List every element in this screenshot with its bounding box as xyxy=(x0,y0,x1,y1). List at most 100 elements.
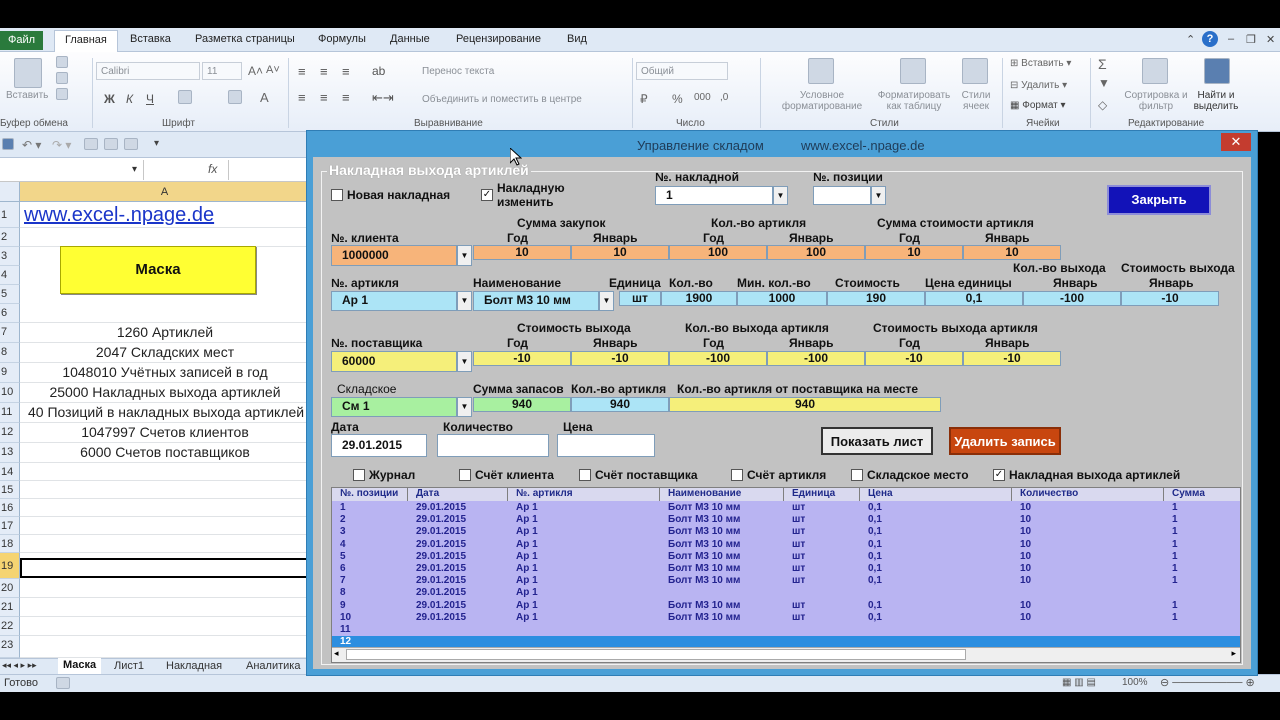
list-row[interactable]: 1 29.01.2015 Ар 1 Болт М3 10 мм шт 0,1 10 1 xyxy=(332,502,1240,514)
purchase-jan-field[interactable]: 10 xyxy=(571,245,669,260)
align-middle-icon[interactable]: ≡ xyxy=(320,64,328,79)
cell[interactable] xyxy=(20,617,310,636)
conditional-format-icon[interactable] xyxy=(808,58,834,84)
format-as-table-button[interactable]: Форматировать как таблицу xyxy=(872,90,956,112)
paste-icon[interactable] xyxy=(14,58,42,88)
list-row[interactable]: 10 29.01.2015 Ар 1 Болт М3 10 мм шт 0,1 10 1 xyxy=(332,612,1240,624)
out-article-value-year-field[interactable]: -10 xyxy=(865,351,963,366)
qty-year-field[interactable]: 100 xyxy=(669,245,767,260)
tab-home[interactable]: Главная xyxy=(54,30,118,52)
row-header[interactable]: 23 xyxy=(0,636,20,658)
format-painter-icon[interactable] xyxy=(56,88,68,100)
row-header[interactable]: 14 xyxy=(0,463,20,481)
dialog-titlebar[interactable]: Управление складом www.excel-.npage.de ✕ xyxy=(307,131,1257,157)
show-sheet-button[interactable]: Показать лист xyxy=(821,427,933,455)
indent-icon[interactable]: ⇤⇥ xyxy=(372,90,394,106)
tab-formulas[interactable]: Формулы xyxy=(318,33,366,45)
help-icon[interactable]: ? xyxy=(1202,31,1218,47)
window-close-icon[interactable]: ✕ xyxy=(1266,33,1275,46)
insert-cells-button[interactable]: ⊞ Вставить ▾ xyxy=(1010,58,1071,69)
wrap-text-button[interactable]: Перенос текста xyxy=(422,66,494,77)
article-no-dropdown-icon[interactable]: ▼ xyxy=(457,291,472,311)
row-header-selected[interactable]: 19 xyxy=(0,553,20,579)
conditional-format-button[interactable]: Условное форматирование xyxy=(772,90,872,112)
list-row[interactable]: 4 29.01.2015 Ар 1 Болт М3 10 мм шт 0,1 10 1 xyxy=(332,539,1240,551)
out-article-value-jan-field[interactable]: -10 xyxy=(963,351,1061,366)
cell-styles-button[interactable]: Стили ячеек xyxy=(956,90,996,112)
align-left-icon[interactable]: ≡ xyxy=(298,90,306,105)
copy-icon[interactable] xyxy=(56,72,68,84)
grow-font-icon[interactable]: A˄ xyxy=(248,64,263,78)
filter-supplier-account-checkbox[interactable] xyxy=(579,469,591,481)
client-no-dropdown-icon[interactable]: ▼ xyxy=(457,245,472,266)
out-value-year-field[interactable]: -10 xyxy=(473,351,571,366)
row-header[interactable]: 11 xyxy=(0,403,20,423)
mask-button[interactable]: Маска xyxy=(60,246,256,294)
article-qty2-field[interactable]: 940 xyxy=(571,397,669,412)
selected-cell[interactable] xyxy=(20,558,310,578)
list-header[interactable]: Цена xyxy=(860,488,1012,501)
minimize-ribbon-icon[interactable]: ⌃ xyxy=(1186,33,1195,46)
list-header[interactable]: Наименование xyxy=(660,488,784,501)
find-select-icon[interactable] xyxy=(1204,58,1230,84)
cell[interactable] xyxy=(20,636,310,658)
qty-field[interactable]: 1900 xyxy=(661,291,737,306)
row-header[interactable]: 10 xyxy=(0,383,20,403)
preview-icon[interactable] xyxy=(104,138,118,150)
stock-sum-field[interactable]: 940 xyxy=(473,397,571,412)
scroll-right-icon[interactable]: ▸ xyxy=(1231,648,1236,659)
new-invoice-checkbox[interactable] xyxy=(331,189,343,201)
edit-invoice-checkbox[interactable]: ✓ xyxy=(481,189,493,201)
out-value-field[interactable]: -10 xyxy=(1121,291,1219,306)
filter-article-account-checkbox[interactable] xyxy=(731,469,743,481)
list-row[interactable]: 11 xyxy=(332,624,1240,636)
row-header[interactable]: 6 xyxy=(0,304,20,323)
out-value-jan-field[interactable]: -10 xyxy=(571,351,669,366)
cell[interactable] xyxy=(20,499,310,517)
position-no-field[interactable] xyxy=(813,186,871,205)
filter-journal-checkbox[interactable] xyxy=(353,469,365,481)
thousands-icon[interactable]: 000 xyxy=(694,92,711,103)
list-row[interactable]: 9 29.01.2015 Ар 1 Болт М3 10 мм шт 0,1 10 1 xyxy=(332,600,1240,612)
find-select-button[interactable]: Найти и выделить xyxy=(1188,90,1244,112)
undo-icon[interactable]: ↶ ▾ xyxy=(22,138,41,152)
customize-qat-icon[interactable]: ▾ xyxy=(154,138,159,149)
align-right-icon[interactable]: ≡ xyxy=(342,90,350,105)
list-header[interactable]: Количество xyxy=(1012,488,1164,501)
borders-icon[interactable] xyxy=(178,90,192,104)
list-row[interactable]: 7 29.01.2015 Ар 1 Болт М3 10 мм шт 0,1 10 1 xyxy=(332,575,1240,587)
sort-filter-button[interactable]: Сортировка и фильтр xyxy=(1120,90,1192,112)
list-header[interactable]: Дата xyxy=(408,488,508,501)
position-no-dropdown-icon[interactable]: ▼ xyxy=(871,186,886,205)
name-box[interactable]: ▾ xyxy=(0,160,144,180)
cell-styles-icon[interactable] xyxy=(962,58,988,84)
fill-icon[interactable]: ▼ xyxy=(1098,76,1110,90)
orientation-icon[interactable]: ab xyxy=(372,64,385,78)
font-color-icon[interactable]: A xyxy=(260,90,269,105)
supplier-no-dropdown-icon[interactable]: ▼ xyxy=(457,351,472,372)
fill-color-icon[interactable] xyxy=(228,90,242,104)
scroll-thumb[interactable] xyxy=(346,649,966,660)
underline-icon[interactable]: Ч xyxy=(146,92,154,106)
decimal-icon[interactable]: ,0 xyxy=(720,92,728,103)
list-header[interactable]: Сумма xyxy=(1164,488,1240,501)
align-bottom-icon[interactable]: ≡ xyxy=(342,64,350,79)
clear-icon[interactable]: ◇ xyxy=(1098,98,1107,112)
row-header[interactable]: 18 xyxy=(0,535,20,553)
stat-supplier-accounts[interactable]: 6000 Счетов поставщиков xyxy=(20,443,310,463)
sheet-nav-icons[interactable]: ◂◂ ◂ ▸ ▸▸ xyxy=(2,660,37,671)
qty-jan-field[interactable]: 100 xyxy=(767,245,865,260)
client-no-field[interactable]: 1000000 xyxy=(331,245,457,266)
row-header[interactable]: 8 xyxy=(0,343,20,363)
row-header[interactable]: 15 xyxy=(0,481,20,499)
date-field[interactable]: 29.01.2015 xyxy=(331,434,427,457)
merge-center-button[interactable]: Объединить и поместить в центре xyxy=(422,94,582,105)
out-qty-year-field[interactable]: -100 xyxy=(669,351,767,366)
number-format-box[interactable]: Общий xyxy=(636,62,728,80)
row-header[interactable]: 2 xyxy=(0,228,20,247)
row-header[interactable]: 21 xyxy=(0,598,20,617)
row-header[interactable]: 16 xyxy=(0,499,20,517)
website-link[interactable]: www.excel-.npage.de xyxy=(20,202,310,228)
zoom-level[interactable]: 100% xyxy=(1122,677,1148,688)
cell[interactable] xyxy=(20,463,310,481)
